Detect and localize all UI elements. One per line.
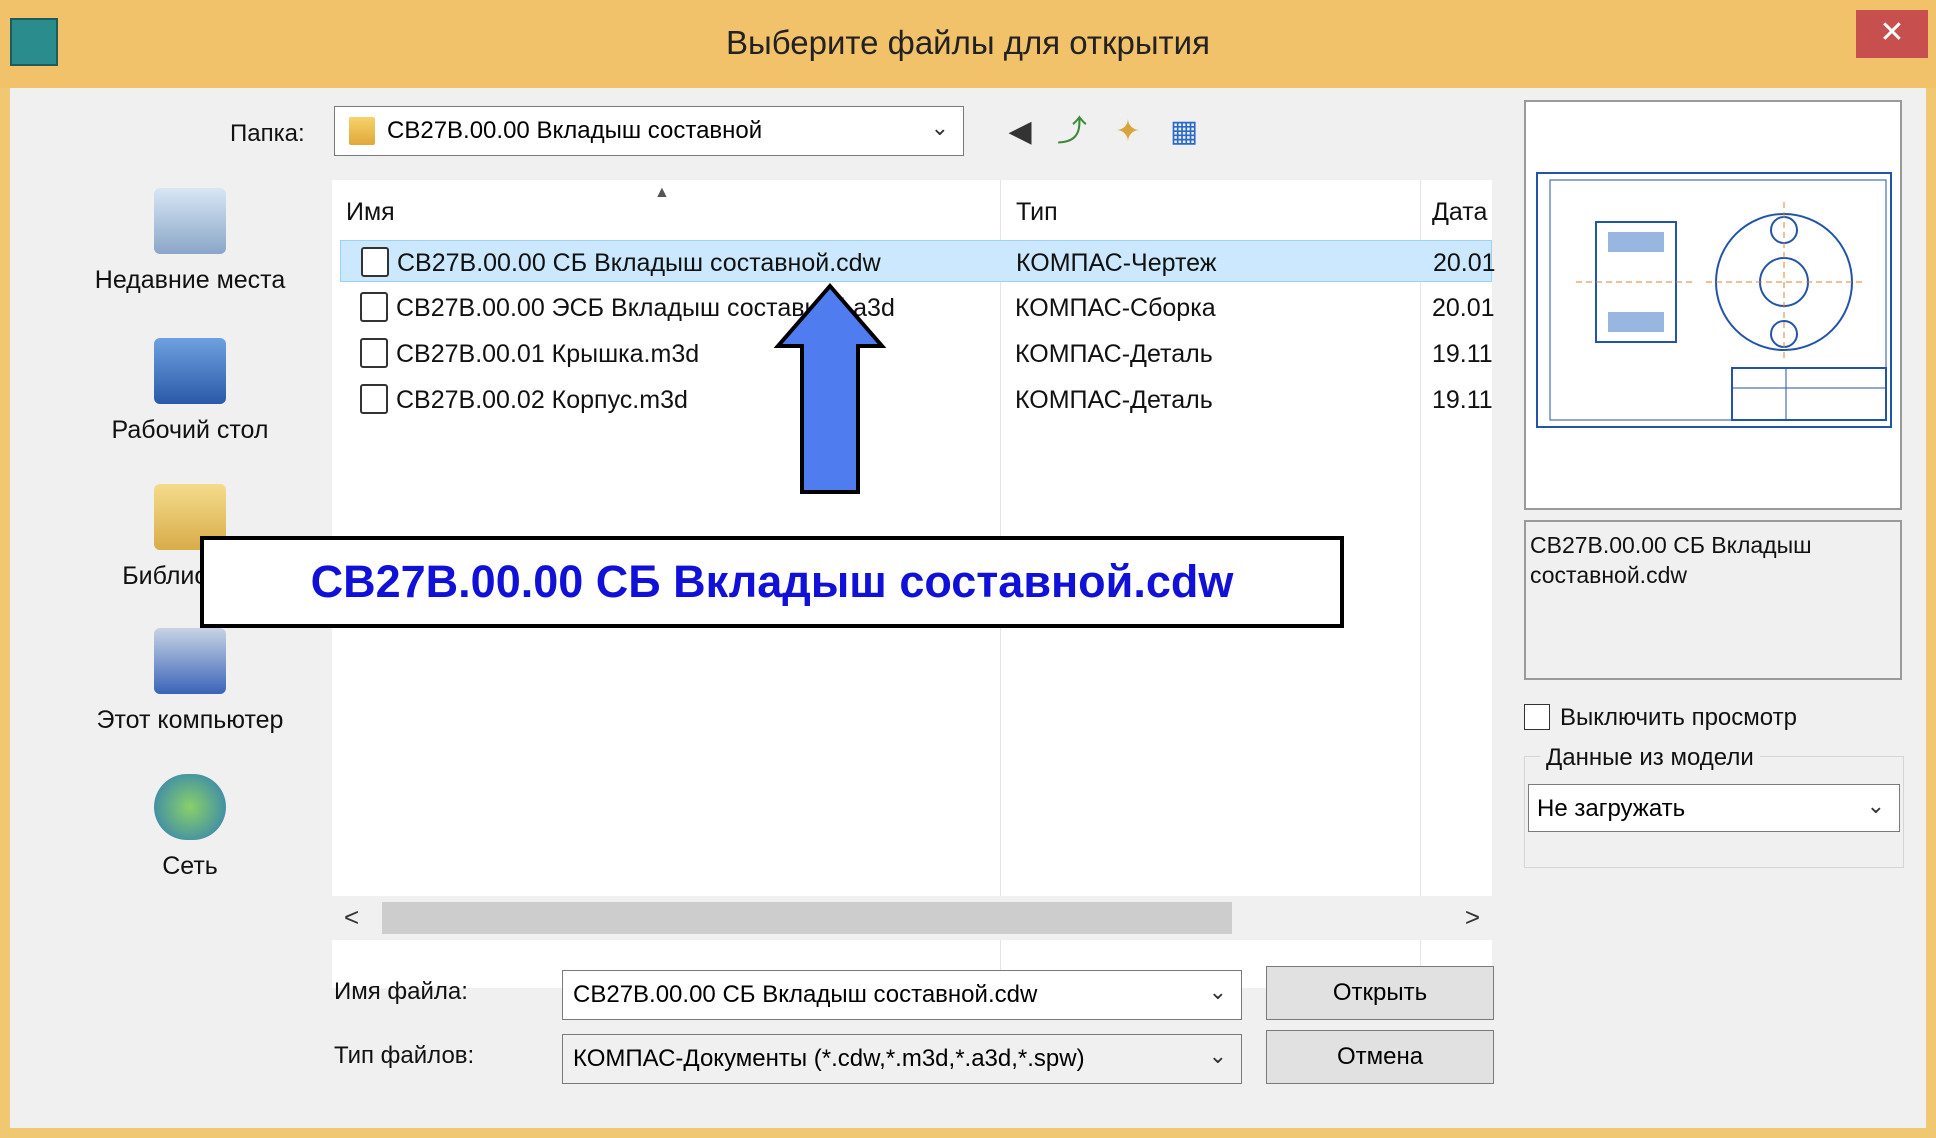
column-header-name[interactable]: Имя bbox=[332, 180, 1000, 236]
cdw-file-icon bbox=[361, 247, 389, 277]
place-desktop[interactable]: Рабочий стол bbox=[70, 338, 310, 445]
place-label: Этот компьютер bbox=[96, 706, 284, 734]
new-folder-icon[interactable]: ✦ bbox=[1108, 112, 1148, 152]
dialog-window: Выберите файлы для открытия ✕ Папка: СВ2… bbox=[0, 0, 1936, 1138]
drawing-thumbnail bbox=[1536, 172, 1892, 428]
place-label: Рабочий стол bbox=[111, 416, 269, 444]
network-icon bbox=[154, 774, 226, 840]
computer-icon bbox=[154, 628, 226, 694]
scrollbar-thumb[interactable] bbox=[382, 902, 1232, 934]
chevron-down-icon: ⌄ bbox=[1208, 1043, 1227, 1068]
model-data-value: Не загружать bbox=[1537, 795, 1686, 822]
close-button[interactable]: ✕ bbox=[1856, 10, 1928, 58]
file-row[interactable]: СВ27В.00.00 ЭСБ Вкладыш составной.a3d КО… bbox=[340, 286, 1495, 328]
disable-preview-label: Выключить просмотр bbox=[1560, 704, 1797, 731]
open-button[interactable]: Открыть bbox=[1266, 966, 1494, 1020]
filetype-combo[interactable]: КОМПАС-Документы (*.cdw,*.m3d,*.a3d,*.sp… bbox=[562, 1034, 1242, 1084]
chevron-down-icon: ⌄ bbox=[930, 115, 949, 140]
a3d-file-icon bbox=[360, 292, 388, 322]
cancel-button[interactable]: Отмена bbox=[1266, 1030, 1494, 1084]
scroll-left-icon[interactable]: < bbox=[344, 902, 359, 933]
folder-value: СВ27В.00.00 Вкладыш составной bbox=[387, 117, 763, 144]
annotation-arrow bbox=[773, 282, 887, 494]
back-icon[interactable]: ◀ bbox=[1000, 112, 1040, 152]
view-menu-icon[interactable]: ▦ bbox=[1164, 112, 1204, 152]
file-row[interactable]: СВ27В.00.01 Крышка.m3d КОМПАС-Деталь 19.… bbox=[340, 332, 1493, 374]
m3d-file-icon bbox=[360, 338, 388, 368]
file-row[interactable]: СВ27В.00.00 СБ Вкладыш составной.cdw КОМ… bbox=[340, 240, 1496, 282]
folder-icon bbox=[349, 117, 375, 145]
title-bar[interactable]: Выберите файлы для открытия ✕ bbox=[0, 0, 1936, 88]
chevron-down-icon: ⌄ bbox=[1866, 793, 1885, 818]
chevron-down-icon: ⌄ bbox=[1208, 979, 1227, 1004]
desktop-icon bbox=[154, 338, 226, 404]
filetype-value: КОМПАС-Документы (*.cdw,*.m3d,*.a3d,*.sp… bbox=[573, 1045, 1085, 1072]
m3d-file-icon bbox=[360, 384, 388, 414]
filetype-label: Тип файлов: bbox=[334, 1042, 475, 1069]
scroll-right-icon[interactable]: > bbox=[1465, 902, 1480, 933]
disable-preview-checkbox[interactable] bbox=[1524, 704, 1550, 730]
window-title: Выберите файлы для открытия bbox=[726, 24, 1210, 61]
folder-label: Папка: bbox=[230, 120, 305, 147]
file-row[interactable]: СВ27В.00.02 Корпус.m3d КОМПАС-Деталь 19.… bbox=[340, 378, 1493, 420]
place-label: Сеть bbox=[162, 852, 218, 880]
column-header-type[interactable]: Тип bbox=[1000, 180, 1420, 236]
column-header-date[interactable]: Дата bbox=[1420, 180, 1492, 236]
up-folder-icon[interactable]: ⤴ bbox=[1052, 112, 1092, 152]
model-data-combo[interactable]: Не загружать ⌄ bbox=[1528, 784, 1900, 832]
place-computer[interactable]: Этот компьютер bbox=[70, 628, 310, 735]
model-data-label: Данные из модели bbox=[1540, 744, 1760, 772]
preview-panel bbox=[1524, 100, 1902, 510]
folder-combo[interactable]: СВ27В.00.00 Вкладыш составной ⌄ bbox=[334, 106, 964, 156]
horizontal-scrollbar[interactable]: < > bbox=[332, 896, 1492, 940]
annotation-callout: СВ27В.00.00 СБ Вкладыш составной.cdw bbox=[200, 536, 1344, 628]
filename-label: Имя файла: bbox=[334, 978, 468, 1005]
place-recent[interactable]: Недавние места bbox=[70, 188, 310, 295]
place-label: Недавние места bbox=[94, 266, 286, 294]
filename-combo[interactable]: СВ27В.00.00 СБ Вкладыш составной.cdw ⌄ bbox=[562, 970, 1242, 1020]
place-network[interactable]: Сеть bbox=[70, 774, 310, 881]
filename-value: СВ27В.00.00 СБ Вкладыш составной.cdw bbox=[573, 981, 1038, 1008]
preview-filename-box: СВ27В.00.00 СБ Вкладыш составной.cdw bbox=[1524, 520, 1902, 680]
recent-places-icon bbox=[154, 188, 226, 254]
